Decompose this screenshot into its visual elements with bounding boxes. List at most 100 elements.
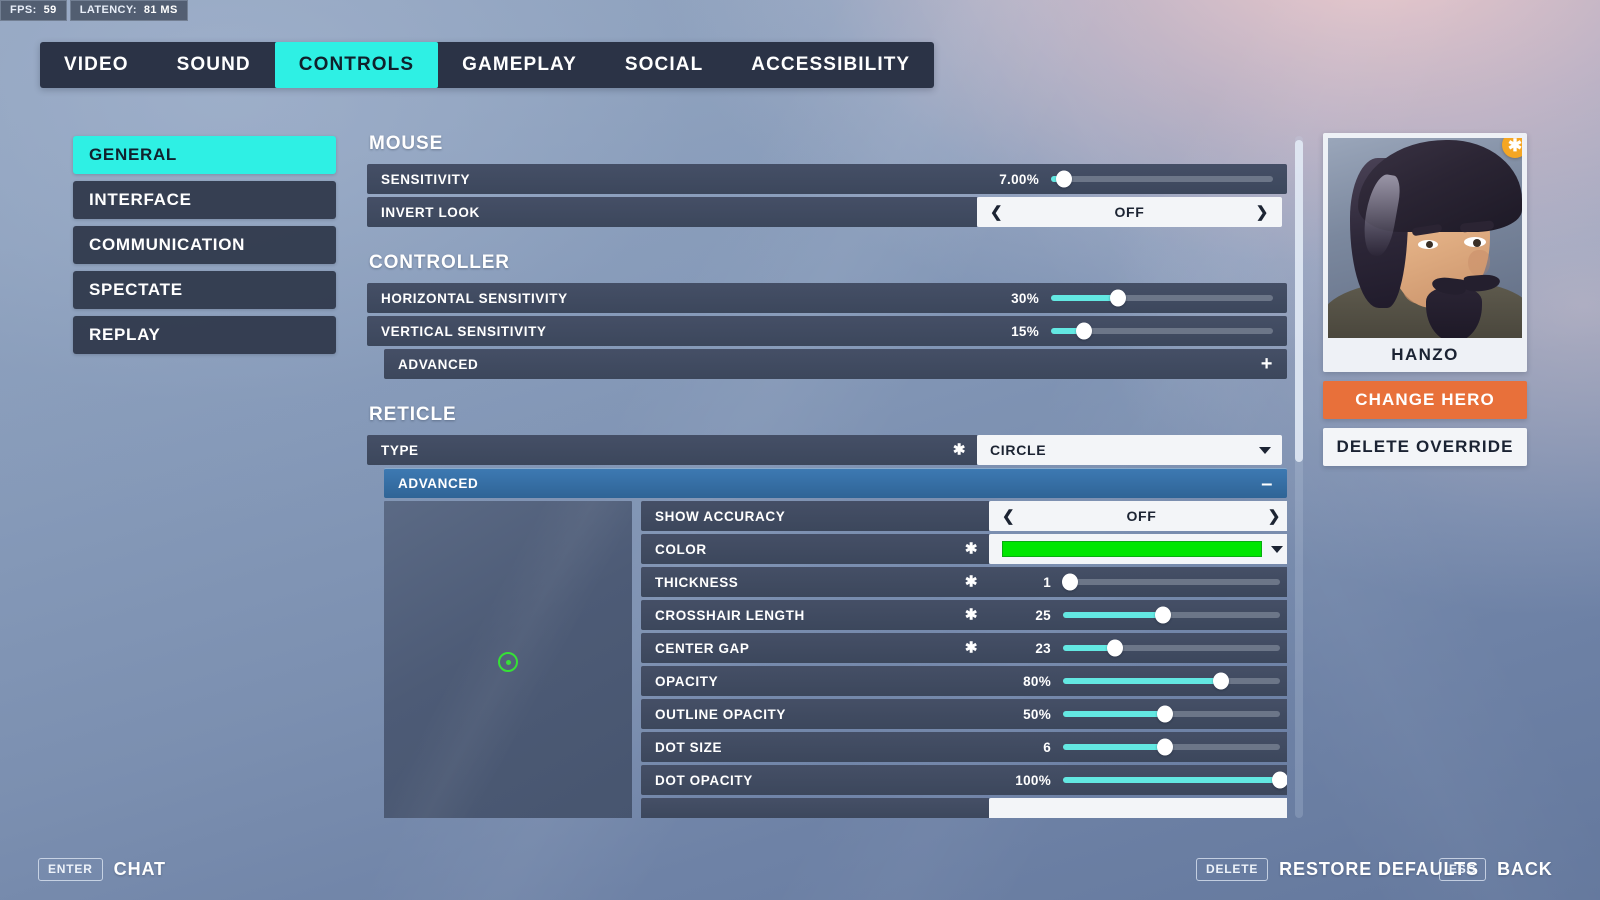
- plus-icon[interactable]: +: [1261, 354, 1273, 374]
- scrollbar-thumb[interactable]: [1295, 140, 1303, 462]
- tab-gameplay[interactable]: GAMEPLAY: [438, 42, 601, 88]
- override-asterisk-icon: ✱: [964, 639, 978, 657]
- horizontal-sensitivity-fill: [1051, 295, 1118, 301]
- hero-name: HANZO: [1391, 345, 1459, 364]
- hero-override-panel: ✱ HANZO CHANGE HERO DELETE OVERRIDE: [1323, 133, 1527, 466]
- hint-restore-defaults[interactable]: DELETE RESTORE DEFAULTS: [1196, 858, 1479, 881]
- setting-row-sensitivity: SENSITIVITY 7.00%: [367, 164, 1287, 194]
- tab-accessibility[interactable]: ACCESSIBILITY: [727, 42, 934, 88]
- tab-sound[interactable]: SOUND: [153, 42, 275, 88]
- partial-row-control[interactable]: [989, 798, 1287, 818]
- sidebar-item-replay[interactable]: REPLAY: [73, 316, 336, 354]
- chevron-right-icon[interactable]: ❯: [1268, 507, 1281, 525]
- override-asterisk-icon: ✱: [964, 573, 978, 591]
- center-gap-knob[interactable]: [1107, 639, 1124, 657]
- tab-video[interactable]: VIDEO: [40, 42, 153, 88]
- reticle-advanced-group[interactable]: ADVANCED –: [384, 468, 1287, 498]
- crosshair-length-slider[interactable]: 25: [989, 600, 1287, 630]
- minus-icon[interactable]: –: [1261, 474, 1273, 494]
- color-dropdown[interactable]: [989, 534, 1287, 564]
- center-gap-slider[interactable]: 23: [989, 633, 1287, 663]
- key-esc: ESC: [1439, 858, 1487, 881]
- center-gap-value: 23: [1035, 640, 1051, 656]
- crosshair-length-track[interactable]: [1063, 606, 1280, 624]
- outline-opacity-value: 50%: [1023, 706, 1051, 722]
- dot-opacity-slider[interactable]: 100%: [989, 765, 1287, 795]
- setting-row-horizontal-sensitivity: HORIZONTAL SENSITIVITY 30%: [367, 283, 1287, 313]
- sensitivity-label: SENSITIVITY: [367, 164, 977, 194]
- sensitivity-track[interactable]: [1051, 170, 1273, 188]
- crosshair-length-knob[interactable]: [1154, 606, 1171, 624]
- sidebar-item-spectate[interactable]: SPECTATE: [73, 271, 336, 309]
- settings-screen: FPS: 59 LATENCY: 81 MS VIDEO SOUND CONTR…: [0, 0, 1600, 900]
- chevron-right-icon[interactable]: ❯: [1256, 203, 1269, 221]
- setting-row-vertical-sensitivity: VERTICAL SENSITIVITY 15%: [367, 316, 1287, 346]
- tab-controls[interactable]: CONTROLS: [274, 42, 439, 88]
- dot-opacity-track[interactable]: [1063, 771, 1287, 789]
- override-asterisk-icon: ✱: [964, 606, 978, 624]
- vertical-sensitivity-knob[interactable]: [1076, 322, 1093, 340]
- center-gap-track[interactable]: [1063, 639, 1280, 657]
- change-hero-button[interactable]: CHANGE HERO: [1323, 381, 1527, 419]
- outline-opacity-slider[interactable]: 50%: [989, 699, 1287, 729]
- thickness-slider[interactable]: 1: [989, 567, 1287, 597]
- center-gap-label-text: CENTER GAP: [655, 640, 750, 656]
- sensitivity-knob[interactable]: [1056, 170, 1073, 188]
- hero-portrait: ✱: [1328, 138, 1522, 338]
- partial-row-label: [641, 798, 989, 818]
- outline-opacity-track[interactable]: [1063, 705, 1280, 723]
- thickness-track[interactable]: [1061, 573, 1280, 591]
- center-gap-label: CENTER GAP ✱: [641, 633, 989, 663]
- opacity-track[interactable]: [1063, 672, 1280, 690]
- settings-list: MOUSE SENSITIVITY 7.00% INVERT LOOK ❮ OF…: [367, 133, 1287, 818]
- latency-counter: LATENCY: 81 MS: [69, 0, 188, 21]
- opacity-fill: [1063, 678, 1222, 684]
- key-delete: DELETE: [1196, 858, 1269, 881]
- vertical-sensitivity-track[interactable]: [1051, 322, 1273, 340]
- vertical-sensitivity-slider[interactable]: 15%: [977, 316, 1287, 346]
- dot-opacity-label: DOT OPACITY: [641, 765, 989, 795]
- thickness-label: THICKNESS ✱: [641, 567, 989, 597]
- horizontal-sensitivity-knob[interactable]: [1109, 289, 1126, 307]
- dot-size-slider[interactable]: 6: [989, 732, 1287, 762]
- chevron-left-icon[interactable]: ❮: [990, 203, 1003, 221]
- dot-size-track[interactable]: [1063, 738, 1280, 756]
- chevron-down-icon[interactable]: [1259, 446, 1271, 454]
- horizontal-sensitivity-slider[interactable]: 30%: [977, 283, 1287, 313]
- chevron-left-icon[interactable]: ❮: [1002, 507, 1015, 525]
- invert-look-stepper[interactable]: ❮ OFF ❯: [977, 197, 1282, 227]
- horizontal-sensitivity-track[interactable]: [1051, 289, 1273, 307]
- outline-opacity-fill: [1063, 711, 1165, 717]
- opacity-knob[interactable]: [1213, 672, 1230, 690]
- sidebar-item-interface[interactable]: INTERFACE: [73, 181, 336, 219]
- settings-scrollbar[interactable]: [1295, 136, 1303, 818]
- hint-chat[interactable]: ENTER CHAT: [38, 858, 166, 881]
- sidebar-item-communication[interactable]: COMMUNICATION: [73, 226, 336, 264]
- tab-social[interactable]: SOCIAL: [601, 42, 727, 88]
- dot-size-fill: [1063, 744, 1165, 750]
- sidebar-item-general[interactable]: GENERAL: [73, 136, 336, 174]
- delete-override-button[interactable]: DELETE OVERRIDE: [1323, 428, 1527, 466]
- reticle-preview: [384, 501, 632, 818]
- color-swatch: [1002, 541, 1262, 557]
- reticle-type-dropdown[interactable]: CIRCLE: [977, 435, 1282, 465]
- controller-advanced-group[interactable]: ADVANCED +: [384, 349, 1287, 379]
- setting-row-color: COLOR ✱: [641, 534, 1287, 564]
- sensitivity-value: 7.00%: [999, 171, 1039, 187]
- chevron-down-icon[interactable]: [1271, 545, 1283, 553]
- opacity-slider[interactable]: 80%: [989, 666, 1287, 696]
- reticle-type-label-text: TYPE: [381, 442, 419, 458]
- setting-row-center-gap: CENTER GAP ✱ 23: [641, 633, 1287, 663]
- thickness-knob[interactable]: [1061, 573, 1078, 591]
- dot-opacity-fill: [1063, 777, 1280, 783]
- dot-opacity-knob[interactable]: [1272, 771, 1287, 789]
- show-accuracy-stepper[interactable]: ❮ OFF ❯: [989, 501, 1287, 531]
- portrait-pupil-left: [1426, 241, 1433, 248]
- controller-advanced-label: ADVANCED: [398, 356, 479, 372]
- outline-opacity-knob[interactable]: [1156, 705, 1173, 723]
- vertical-sensitivity-value: 15%: [1011, 323, 1039, 339]
- sensitivity-slider[interactable]: 7.00%: [977, 164, 1287, 194]
- dot-size-knob[interactable]: [1156, 738, 1173, 756]
- hint-back[interactable]: ESC BACK: [1439, 858, 1553, 881]
- override-asterisk-icon: ✱: [952, 441, 966, 459]
